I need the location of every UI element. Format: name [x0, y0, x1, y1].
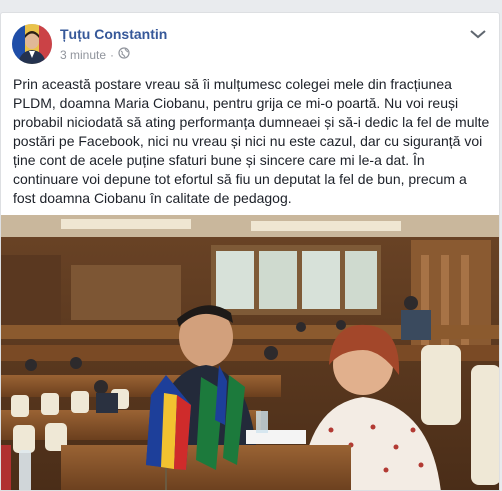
globe-icon[interactable] [118, 47, 130, 62]
avatar[interactable] [12, 24, 52, 64]
post-photo[interactable] [1, 215, 499, 490]
post-author[interactable]: Țuțu Constantin [60, 26, 167, 42]
post-text: Prin această postare vreau să îi mulțume… [13, 76, 494, 206]
post-meta: 3 minute · [60, 47, 130, 62]
chevron-down-icon[interactable] [469, 27, 487, 39]
post-timestamp[interactable]: 3 minute [60, 48, 106, 62]
facebook-post: Țuțu Constantin 3 minute · Prin această … [0, 12, 500, 491]
meta-separator: · [110, 47, 115, 62]
parliament-photo [1, 215, 499, 490]
avatar-photo [12, 24, 52, 64]
